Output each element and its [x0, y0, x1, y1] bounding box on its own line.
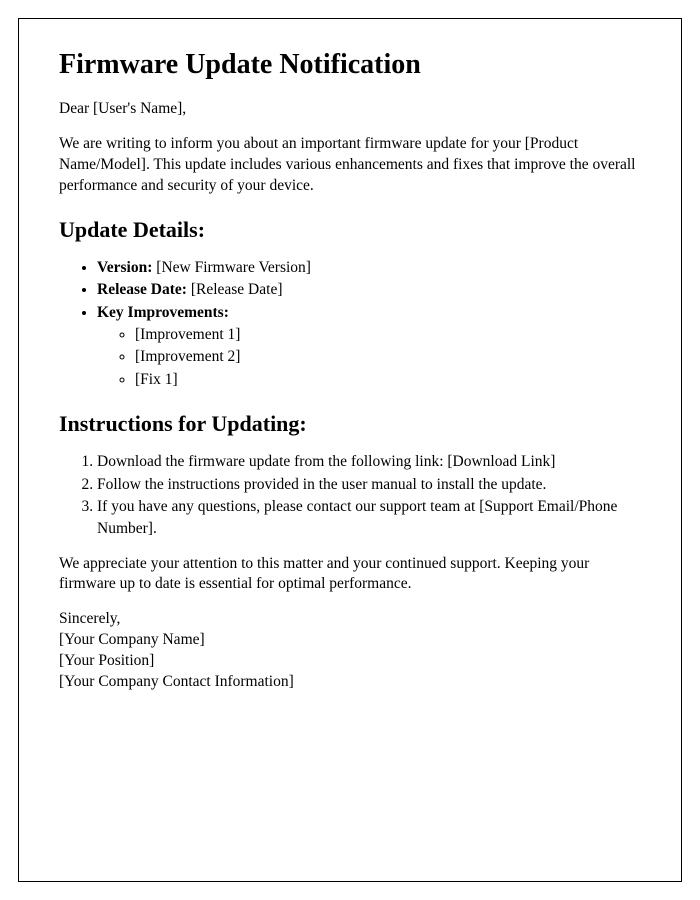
improvement-item: [Improvement 2]	[135, 346, 641, 368]
improvement-item: [Fix 1]	[135, 369, 641, 391]
document-page: Firmware Update Notification Dear [User'…	[18, 18, 682, 882]
update-details-heading: Update Details:	[59, 217, 641, 243]
instruction-step: Follow the instructions provided in the …	[97, 474, 641, 496]
instructions-list: Download the firmware update from the fo…	[97, 451, 641, 540]
improvement-item: [Improvement 1]	[135, 324, 641, 346]
signature-contact: [Your Company Contact Information]	[59, 672, 641, 693]
signature-position: [Your Position]	[59, 651, 641, 672]
detail-improvements: Key Improvements: [Improvement 1] [Impro…	[97, 302, 641, 391]
signature-sincerely: Sincerely,	[59, 609, 641, 630]
improvements-label: Key Improvements:	[97, 304, 229, 321]
detail-release-date: Release Date: [Release Date]	[97, 279, 641, 301]
release-label: Release Date:	[97, 281, 187, 298]
improvements-sublist: [Improvement 1] [Improvement 2] [Fix 1]	[135, 324, 641, 391]
release-value: [Release Date]	[187, 281, 283, 298]
instruction-step: If you have any questions, please contac…	[97, 496, 641, 539]
signature-block: Sincerely, [Your Company Name] [Your Pos…	[59, 609, 641, 693]
greeting-line: Dear [User's Name],	[59, 99, 641, 120]
version-label: Version:	[97, 259, 152, 276]
detail-version: Version: [New Firmware Version]	[97, 257, 641, 279]
intro-paragraph: We are writing to inform you about an im…	[59, 134, 641, 197]
instruction-step: Download the firmware update from the fo…	[97, 451, 641, 473]
details-list: Version: [New Firmware Version] Release …	[97, 257, 641, 391]
closing-paragraph: We appreciate your attention to this mat…	[59, 554, 641, 596]
instructions-heading: Instructions for Updating:	[59, 411, 641, 437]
page-title: Firmware Update Notification	[59, 49, 641, 81]
version-value: [New Firmware Version]	[152, 259, 311, 276]
signature-company: [Your Company Name]	[59, 630, 641, 651]
